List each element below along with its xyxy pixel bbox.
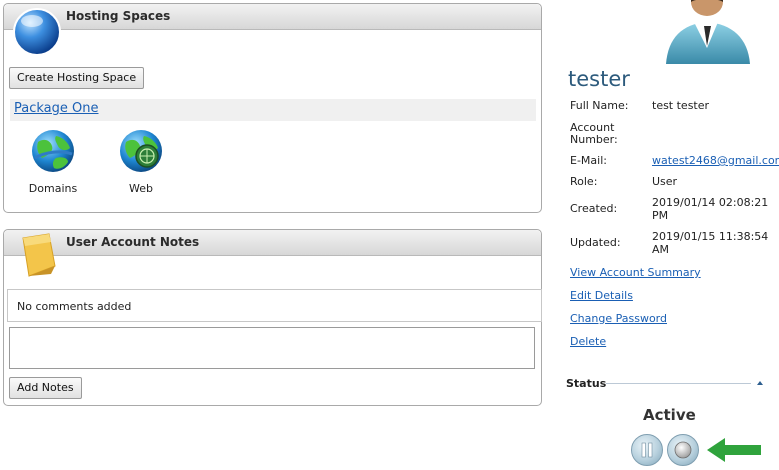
status-value: Active	[643, 406, 696, 424]
created-label: Created:	[570, 202, 618, 215]
domains-globe-icon	[32, 130, 74, 172]
notes-list: No comments added	[7, 289, 542, 322]
stop-button[interactable]	[667, 434, 699, 466]
user-avatar	[666, 0, 750, 64]
created-value-line1: 2019/01/14 02:08:21	[652, 196, 769, 209]
package-row: Package One	[10, 99, 536, 121]
view-account-summary-link[interactable]: View Account Summary	[570, 266, 701, 279]
web-tile[interactable]: Web	[106, 128, 176, 195]
change-password-link[interactable]: Change Password	[570, 312, 667, 325]
pause-icon	[641, 442, 653, 458]
no-comments-text: No comments added	[17, 300, 132, 313]
create-hosting-space-button[interactable]: Create Hosting Space	[9, 67, 145, 89]
delete-link[interactable]: Delete	[570, 335, 606, 348]
updated-label: Updated:	[570, 236, 621, 249]
add-notes-button[interactable]: Add Notes	[9, 377, 82, 399]
pause-button[interactable]	[631, 434, 663, 466]
package-one-link[interactable]: Package One	[14, 101, 99, 116]
email-link[interactable]: watest2468@gmail.com	[652, 154, 779, 167]
collapse-up-icon[interactable]	[755, 379, 765, 387]
web-globe-icon	[120, 130, 162, 172]
account-number-label-line2: Number:	[570, 133, 618, 146]
hosting-sphere-icon	[13, 8, 61, 56]
user-account-notes-panel: User Account Notes No comments added Add…	[3, 229, 542, 406]
username-heading: tester	[568, 67, 630, 91]
web-label: Web	[129, 182, 153, 195]
domains-tile[interactable]: Domains	[18, 128, 88, 195]
notes-textarea[interactable]	[9, 327, 535, 369]
role-label: Role:	[570, 175, 598, 188]
note-icon	[22, 233, 56, 277]
status-divider	[606, 383, 751, 384]
created-value-line2: PM	[652, 209, 669, 222]
hosting-spaces-panel: Hosting Spaces Create Hosting Space Pack…	[3, 3, 542, 213]
email-label: E-Mail:	[570, 154, 607, 167]
status-heading: Status	[566, 377, 607, 390]
green-arrow-icon	[707, 438, 761, 462]
full-name-label: Full Name:	[570, 99, 629, 112]
full-name-value: test tester	[652, 99, 710, 112]
hosting-spaces-title: Hosting Spaces	[66, 9, 171, 23]
hosting-spaces-header: Hosting Spaces	[4, 4, 541, 30]
edit-details-link[interactable]: Edit Details	[570, 289, 633, 302]
domains-label: Domains	[28, 182, 78, 195]
updated-value-line1: 2019/01/15 11:38:54	[652, 230, 769, 243]
notes-title: User Account Notes	[66, 235, 200, 249]
notes-header: User Account Notes	[4, 230, 541, 256]
role-value: User	[652, 175, 678, 188]
stop-icon	[674, 441, 692, 459]
updated-value-line2: AM	[652, 243, 670, 256]
